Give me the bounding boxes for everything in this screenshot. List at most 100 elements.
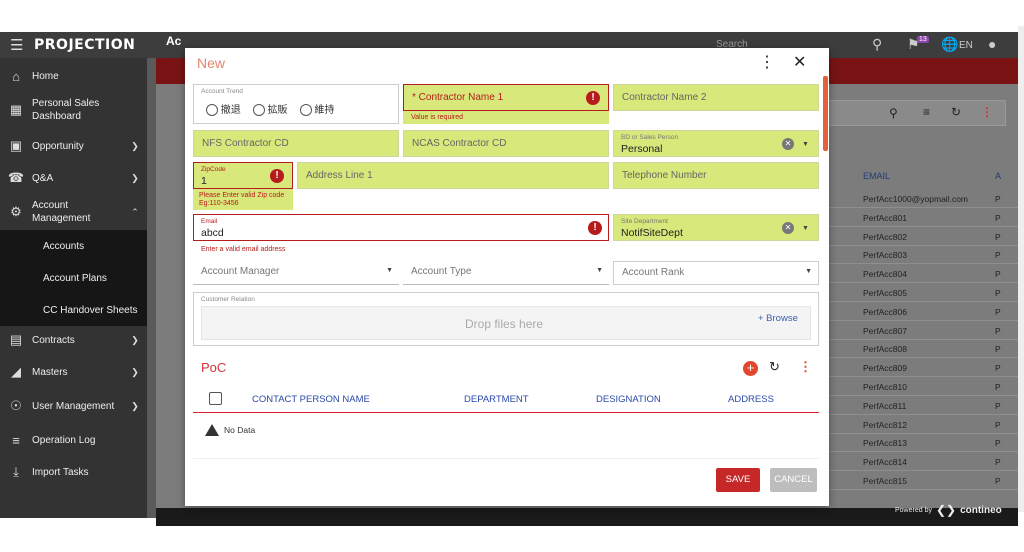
more-vert-icon[interactable]: ⋮ xyxy=(799,359,812,375)
table-row[interactable]: PerfAcc805 P xyxy=(828,283,1018,302)
app-logo[interactable]: PROJECTION xyxy=(34,37,135,53)
cancel-button[interactable]: CANCEL xyxy=(770,468,817,492)
save-button[interactable]: SAVE xyxy=(716,468,760,492)
telephone-number-field[interactable]: Telephone Number xyxy=(613,162,819,189)
email-cell: PerfAcc812 xyxy=(863,419,907,430)
dropdown-arrow-icon: ▼ xyxy=(386,267,393,274)
account-manager-select[interactable]: Account Manager ▼ xyxy=(193,261,399,285)
email-cell: PerfAcc810 xyxy=(863,382,907,392)
account-rank-placeholder: Account Rank xyxy=(622,267,685,278)
new-account-dialog: New ⋮ ✕ Account Trend 撤退 拡販 維持 * Contrac… xyxy=(185,48,829,506)
powered-by-label: Powered by xyxy=(895,506,932,514)
a-cell: P xyxy=(995,382,1001,392)
sidebar-item-label: Opportunity xyxy=(32,140,84,152)
sidebar-subitem-account-plans[interactable]: Account Plans xyxy=(0,262,147,294)
nfs-contractor-cd-field[interactable]: NFS Contractor CD xyxy=(193,130,399,157)
dropdown-arrow-icon[interactable]: ▼ xyxy=(802,225,809,232)
bd-sales-person-select[interactable]: BD or Sales Person Personal ✕ ▼ xyxy=(613,130,819,157)
sidebar-item-personal-sales-dashboard[interactable]: ▦ Personal Sales Dashboard xyxy=(0,94,147,126)
sidebar-item-operation-log[interactable]: ≡ Operation Log xyxy=(0,426,147,454)
account-type-select[interactable]: Account Type ▼ xyxy=(403,261,609,285)
column-header-email[interactable]: EMAIL xyxy=(863,171,890,181)
globe-icon[interactable]: 🌐 xyxy=(941,36,958,53)
trend-option-withdraw[interactable]: 撤退 xyxy=(206,101,241,117)
table-row[interactable]: PerfAcc810 P xyxy=(828,377,1018,396)
dropdown-arrow-icon[interactable]: ▼ xyxy=(802,141,809,148)
add-poc-button[interactable]: + xyxy=(743,361,758,376)
dialog-title: New xyxy=(197,55,226,71)
file-drop-zone[interactable]: Drop files here xyxy=(201,306,811,340)
refresh-icon[interactable]: ↻ xyxy=(951,105,961,119)
contractor-name-1-error-box: Value is required xyxy=(403,111,609,124)
page-scrollbar[interactable] xyxy=(1018,26,1024,512)
table-row[interactable]: PerfAcc808 P xyxy=(828,339,1018,359)
table-row[interactable]: PerfAcc802 P xyxy=(828,227,1018,246)
sidebar-item-qa[interactable]: ☎ Q&A ❯ xyxy=(0,164,147,192)
sidebar-item-label: Operation Log xyxy=(32,434,96,446)
dialog-scrollbar[interactable] xyxy=(823,76,828,151)
sidebar-subitem-cc-handover-sheets[interactable]: CC Handover Sheets xyxy=(0,294,147,326)
column-header-department[interactable]: DEPARTMENT xyxy=(464,394,529,405)
table-row[interactable]: PerfAcc806 P xyxy=(828,302,1018,321)
search-icon[interactable]: ⚲ xyxy=(872,36,882,53)
user-avatar-icon[interactable]: ● xyxy=(988,36,996,52)
table-row[interactable]: PerfAcc811 P xyxy=(828,396,1018,415)
sidebar-subitem-accounts[interactable]: Accounts xyxy=(0,230,147,262)
zipcode-field[interactable]: ZipCode 1 ! xyxy=(193,162,293,189)
table-row[interactable]: PerfAcc803 P xyxy=(828,245,1018,265)
column-header-designation[interactable]: DESIGNATION xyxy=(596,394,661,405)
filter-icon[interactable]: ≡ xyxy=(923,105,930,119)
account-manager-placeholder: Account Manager xyxy=(201,266,280,277)
table-row[interactable]: PerfAcc1000@yopmail.com P xyxy=(828,189,1018,208)
refresh-icon[interactable]: ↻ xyxy=(769,359,780,375)
browse-button[interactable]: + Browse xyxy=(758,313,798,324)
clear-icon[interactable]: ✕ xyxy=(782,222,794,234)
zipcode-label: ZipCode xyxy=(201,166,226,173)
sidebar-item-import-tasks[interactable]: ⤓ Import Tasks xyxy=(0,458,147,486)
sidebar-item-account-management[interactable]: ⚙ Account Management ⌃ xyxy=(0,196,147,228)
table-row[interactable]: PerfAcc812 P xyxy=(828,415,1018,434)
trend-option-expand[interactable]: 拡販 xyxy=(252,101,288,117)
chevron-down-icon: ❯ xyxy=(131,400,139,411)
column-header-contact-person-name[interactable]: CONTACT PERSON NAME xyxy=(252,394,370,405)
bd-sales-person-label: BD or Sales Person xyxy=(621,134,679,141)
email-field[interactable]: Email abcd ! xyxy=(193,214,609,241)
contractor-name-2-field[interactable]: Contractor Name 2 xyxy=(613,84,819,111)
select-all-checkbox[interactable] xyxy=(209,392,222,405)
language-selector[interactable]: EN xyxy=(959,40,973,51)
table-row[interactable]: PerfAcc814 P xyxy=(828,452,1018,472)
column-header-a[interactable]: A xyxy=(995,171,1001,181)
sidebar-item-label: Import Tasks xyxy=(32,466,89,478)
ncas-contractor-cd-field[interactable]: NCAS Contractor CD xyxy=(403,130,609,157)
contineo-logo-icon: ❮❯ xyxy=(935,503,957,517)
clear-icon[interactable]: ✕ xyxy=(782,138,794,150)
trend-option-maintain[interactable]: 維持 xyxy=(299,101,334,117)
sidebar-scrollbar[interactable] xyxy=(147,58,156,518)
powered-by: Powered by ❮❯ contineo xyxy=(895,503,1002,517)
dropdown-arrow-icon: ▼ xyxy=(596,267,603,274)
table-row[interactable]: PerfAcc807 P xyxy=(828,321,1018,340)
a-cell: P xyxy=(995,476,1001,486)
close-icon[interactable]: ✕ xyxy=(793,52,806,72)
account-rank-select[interactable]: Account Rank ▼ xyxy=(613,261,819,285)
sidebar-item-opportunity[interactable]: ▣ Opportunity ❯ xyxy=(0,132,147,160)
contractor-name-1-field[interactable]: * Contractor Name 1 ! xyxy=(403,84,609,111)
sidebar-item-masters[interactable]: ◢ Masters ❯ xyxy=(0,358,147,386)
table-row[interactable]: PerfAcc815 P xyxy=(828,471,1018,490)
table-search-box[interactable]: ⚲ ≡ ↻ ⋮ xyxy=(828,100,1006,126)
sidebar-item-user-management[interactable]: ☉ User Management ❯ xyxy=(0,390,147,422)
site-department-select[interactable]: Site Department NotifSiteDept ✕ ▼ xyxy=(613,214,819,241)
sidebar-item-contracts[interactable]: ▤ Contracts ❯ xyxy=(0,326,147,354)
more-vert-icon[interactable]: ⋮ xyxy=(981,105,993,119)
sidebar-item-home[interactable]: ⌂ Home xyxy=(0,62,147,90)
table-row[interactable]: PerfAcc809 P xyxy=(828,358,1018,378)
menu-icon[interactable]: ☰ xyxy=(10,36,23,54)
address-line-1-field[interactable]: Address Line 1 xyxy=(297,162,609,189)
more-vert-icon[interactable]: ⋮ xyxy=(759,52,775,72)
table-row[interactable]: PerfAcc801 P xyxy=(828,208,1018,227)
table-row[interactable]: PerfAcc813 P xyxy=(828,433,1018,453)
search-icon[interactable]: ⚲ xyxy=(889,106,898,120)
column-header-address[interactable]: ADDRESS xyxy=(728,394,774,405)
email-cell: PerfAcc802 xyxy=(863,231,907,242)
table-row[interactable]: PerfAcc804 P xyxy=(828,264,1018,284)
